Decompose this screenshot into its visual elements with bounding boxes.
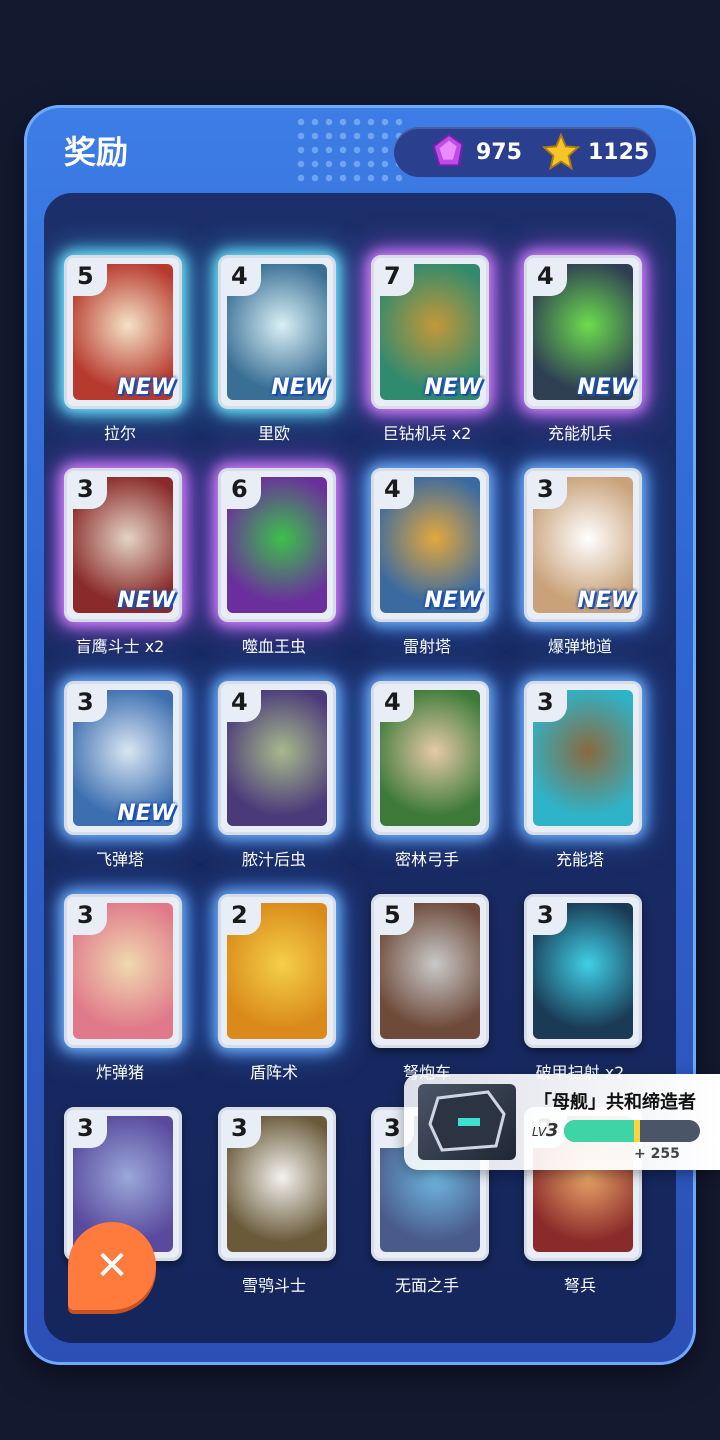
card-level: 3 [531,899,567,935]
card-level: 4 [378,473,414,509]
star-count: 1125 [588,139,650,165]
reward-card[interactable]: 3 NEW 盲鹰斗士 x2 [54,468,194,658]
card-frame: 4 NEW [524,255,642,409]
card-level: 4 [531,260,567,296]
card-name: 充能机兵 [547,424,612,443]
card-grid: 5 NEW 拉尔 4 NEW 里欧 7 NEW 巨钻机兵 x2 4 NEW 充能机兵 3 NEW 盲鹰斗士 … [44,193,676,1343]
card-frame: 3 [524,681,642,835]
card-level: 4 [378,686,414,722]
card-level: 3 [71,473,107,509]
new-badge: NEW [424,375,482,400]
card-name: 雪鸮斗士 [241,1276,306,1295]
card-name: 无面之手 [394,1276,459,1295]
card-level: 7 [378,260,414,296]
new-badge: NEW [117,588,175,613]
reward-card[interactable]: 3 雪鸮斗士 [208,1107,348,1297]
card-level: 3 [225,1112,261,1148]
reward-card[interactable]: 7 NEW 巨钻机兵 x2 [361,255,501,445]
purple-crystal-icon [432,133,464,167]
card-frame: 4 [218,681,336,835]
xp-progress-bar [564,1120,700,1142]
card-frame: 4 NEW [218,255,336,409]
notification-title: 「母舰」共和缔造者 [534,1092,696,1113]
reward-card[interactable]: 3 破甲扫射 x2 [514,894,654,1084]
new-badge: NEW [577,375,635,400]
card-name: 噬血王虫 [241,637,306,656]
card-level: 5 [71,260,107,296]
panel-decoration [294,115,404,185]
unit-level: LV3 [532,1120,559,1141]
card-frame: 5 NEW [64,255,182,409]
new-badge: NEW [117,375,175,400]
card-level: 3 [531,473,567,509]
reward-card[interactable]: 4 脓汁后虫 [208,681,348,871]
card-level: 2 [225,899,261,935]
card-frame: 4 NEW [371,468,489,622]
new-badge: NEW [117,801,175,826]
card-frame: 3 [64,894,182,1048]
card-name: 弩兵 [563,1276,596,1295]
card-name: 飞弹塔 [95,850,144,869]
reward-card[interactable]: 4 NEW 充能机兵 [514,255,654,445]
card-frame: 3 [524,894,642,1048]
gem-count: 975 [476,139,522,165]
currency-bar: 975 1125 [394,127,656,177]
card-frame: 2 [218,894,336,1048]
card-name: 盾阵术 [249,1063,298,1082]
card-name: 密林弓手 [394,850,459,869]
progress-marker [634,1120,640,1142]
card-name: 脓汁后虫 [241,850,306,869]
card-frame: 5 [371,894,489,1048]
card-name: 拉尔 [103,424,136,443]
reward-card[interactable]: 4 NEW 雷射塔 [361,468,501,658]
reward-card[interactable]: 5 NEW 拉尔 [54,255,194,445]
card-name: 充能塔 [555,850,604,869]
xp-gain: + 255 [634,1146,680,1162]
new-badge: NEW [577,588,635,613]
close-icon: ✕ [95,1243,129,1289]
card-level: 4 [225,260,261,296]
card-level: 3 [71,899,107,935]
card-name: 里欧 [257,424,290,443]
gold-star-icon [542,133,580,171]
card-level: 4 [225,686,261,722]
gem-counter: 975 [430,127,522,177]
card-frame: 3 NEW [524,468,642,622]
reward-card[interactable]: 2 盾阵术 [208,894,348,1084]
reward-card[interactable]: 3 NEW 飞弹塔 [54,681,194,871]
card-frame: 4 [371,681,489,835]
card-level: 3 [531,686,567,722]
card-level: 5 [378,899,414,935]
reward-card[interactable]: 3 充能塔 [514,681,654,871]
card-frame: 3 [218,1107,336,1261]
level-up-notification: 「母舰」共和缔造者 LV3 + 255 [404,1074,720,1170]
card-frame: 7 NEW [371,255,489,409]
page-title: 奖励 [64,133,129,171]
card-name: 雷射塔 [402,637,451,656]
reward-card[interactable]: 6 噬血王虫 [208,468,348,658]
card-name: 炸弹猪 [95,1063,144,1082]
card-level: 3 [71,1112,107,1148]
card-frame: 3 NEW [64,681,182,835]
unit-portrait [418,1084,516,1160]
card-name: 爆弹地道 [547,637,612,656]
close-button[interactable]: ✕ [68,1222,156,1310]
reward-card[interactable]: 5 弩炮车 [361,894,501,1084]
card-frame: 3 NEW [64,468,182,622]
reward-card[interactable]: 4 NEW 里欧 [208,255,348,445]
card-frame: 6 [218,468,336,622]
reward-card[interactable]: 4 密林弓手 [361,681,501,871]
star-counter: 1125 [542,127,649,177]
reward-card[interactable]: 3 炸弹猪 [54,894,194,1084]
new-badge: NEW [271,375,329,400]
card-level: 6 [225,473,261,509]
card-level: 3 [71,686,107,722]
card-name: 巨钻机兵 x2 [382,424,472,443]
new-badge: NEW [424,588,482,613]
reward-card[interactable]: 3 NEW 爆弹地道 [514,468,654,658]
rewards-panel: 奖励 975 1125 5 NEW 拉尔 4 NEW 里欧 7 NEW 巨钻机兵 x2 4 NEW 充… [24,105,696,1365]
card-name: 盲鹰斗士 x2 [75,637,165,656]
